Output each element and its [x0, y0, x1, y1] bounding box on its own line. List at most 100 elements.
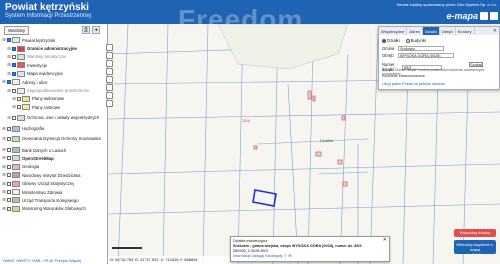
layer-row[interactable]: ⊞ Ministerstwo Zdrowia: [2, 188, 106, 196]
layer-legend-icon: [12, 205, 20, 212]
expand-icon[interactable]: ⊞: [7, 71, 11, 76]
expand-icon[interactable]: ⊞: [2, 190, 6, 194]
expand-icon[interactable]: ⊞: [2, 156, 6, 160]
layer-row[interactable]: ⊞ Plany wektorowe: [2, 95, 106, 103]
layer-checkbox[interactable]: [12, 71, 16, 76]
tab-współrzędne[interactable]: Współrzędne: [379, 27, 408, 35]
share-icon[interactable]: [106, 100, 113, 107]
print-icon[interactable]: ⎙: [82, 26, 90, 34]
search-button[interactable]: Szukaj: [469, 62, 483, 67]
expand-icon[interactable]: ⊞: [7, 63, 11, 67]
layer-row[interactable]: ⊞ Mapa ewidencyjna: [2, 70, 106, 78]
layer-checkbox[interactable]: [17, 105, 21, 110]
layer-footer-links[interactable]: +WMS +WMTS +KML +PLIK Przejdź Więcej: [2, 258, 81, 263]
layer-row[interactable]: ⊞ Urząd Transportu Kolejowego: [2, 196, 106, 204]
expand-icon[interactable]: ⊞: [2, 206, 6, 211]
popup-links[interactable]: Informacje Zasięgi Szczegóły Ⓘ ✉: [233, 254, 291, 258]
layer-checkbox[interactable]: [7, 181, 11, 186]
search-type: Działki Budynki: [382, 38, 426, 43]
expand-icon[interactable]: ⊞: [2, 173, 6, 177]
close-icon[interactable]: ✕: [493, 28, 497, 34]
layer-checkbox[interactable]: [7, 80, 11, 85]
info-icon[interactable]: [106, 68, 113, 75]
layer-legend-icon: [22, 95, 30, 102]
tab-obręb[interactable]: Obręb: [440, 27, 456, 35]
layer-row[interactable]: ⊞ Hydrografia: [2, 125, 106, 133]
expand-icon[interactable]: ⊞: [7, 116, 11, 120]
layer-checkbox[interactable]: [7, 173, 11, 178]
tab-kontury[interactable]: Kontury: [456, 27, 475, 35]
pan-icon[interactable]: [106, 60, 113, 67]
measure-icon[interactable]: [106, 76, 113, 83]
layer-checkbox[interactable]: [12, 116, 16, 121]
layer-checkbox[interactable]: [17, 96, 21, 101]
expand-icon[interactable]: ⊞: [7, 88, 11, 93]
layer-checkbox[interactable]: [7, 190, 11, 195]
expand-icon[interactable]: ⊞: [12, 105, 16, 109]
tab-działki[interactable]: Działki: [422, 27, 440, 35]
expand-icon[interactable]: ⊞: [2, 126, 6, 131]
expand-icon[interactable]: ⊞: [2, 137, 6, 141]
layer-legend-icon: [12, 197, 20, 204]
layer-row[interactable]: ⊞ Plany rastrowe: [2, 103, 106, 111]
home-icon[interactable]: [480, 12, 488, 20]
radio-dzialki[interactable]: Działki: [382, 38, 400, 43]
assistant-button[interactable]: Wirtualny Asystent e-mapa (v.0.4.0): [454, 240, 496, 257]
layer-checkbox[interactable]: [7, 198, 11, 203]
brand-logo[interactable]: e-mapa: [446, 11, 478, 21]
expand-icon[interactable]: ⊞: [2, 181, 6, 186]
radio-budynki[interactable]: Budynki: [405, 38, 426, 43]
layer-checkbox[interactable]: [7, 38, 11, 43]
layer-row[interactable]: ⊞ Adresy i ulice: [2, 78, 106, 86]
layer-legend-icon: [17, 87, 25, 94]
layer-row[interactable]: ⊞ Warstwy tematyczne: [2, 53, 106, 61]
expand-icon[interactable]: ⊞: [2, 38, 6, 42]
layer-row[interactable]: ⊞ Geologia: [2, 163, 106, 171]
layer-row[interactable]: ⊞ Powiat kętrzyński: [2, 36, 106, 44]
layer-label: Urząd Transportu Kolejowego: [22, 197, 79, 203]
expand-icon[interactable]: ⊞: [12, 96, 16, 101]
popup-close-icon[interactable]: ✕: [383, 238, 387, 243]
layer-checkbox[interactable]: [7, 206, 11, 211]
layer-row[interactable]: ⊞ OpenStreetMap: [2, 154, 106, 162]
menu-icon[interactable]: [490, 12, 498, 20]
tab-adres[interactable]: Adres: [407, 27, 423, 35]
tab-layers[interactable]: Warstwy: [4, 26, 30, 35]
layer-checkbox[interactable]: [7, 156, 11, 161]
layer-row[interactable]: ⊞ Monitoring Warunków Glebowych: [2, 205, 106, 213]
zoom-in-icon[interactable]: [106, 44, 113, 51]
expand-icon[interactable]: ⊞: [2, 164, 6, 169]
layer-checkbox[interactable]: [7, 148, 11, 153]
layers-panel: Warstwy ⎙ ◂ ⊞ Powiat kętrzyński ⊞ Granice a…: [0, 24, 108, 264]
layer-checkbox[interactable]: [12, 88, 16, 93]
expand-icon[interactable]: ⊞: [2, 198, 6, 202]
layer-row[interactable]: ⊞ Bank Danych o Lasach: [2, 146, 106, 154]
gmina-select[interactable]: Srokowo: [398, 46, 444, 51]
layer-checkbox[interactable]: [7, 164, 11, 169]
find-parcel-button[interactable]: Wyszukaj działkę: [454, 229, 496, 237]
layer-row[interactable]: ⊞ Ochrona, osie i układy współrzędnych: [2, 112, 106, 125]
advanced-search[interactable]: Szukanie zaawansowane: [382, 74, 425, 78]
layer-row[interactable]: ⊞ Inwestycje: [2, 61, 106, 69]
layer-checkbox[interactable]: [12, 54, 16, 59]
expand-icon[interactable]: ⊞: [2, 80, 6, 84]
layer-row[interactable]: ⊞ Zagospodarowanie przestrzenne: [2, 86, 106, 94]
layer-checkbox[interactable]: [12, 63, 16, 68]
expand-icon[interactable]: ⊞: [2, 148, 6, 152]
layer-row[interactable]: ⊞ Narodowy Instytut Dziedzictwa: [2, 171, 106, 179]
expand-icon[interactable]: ⊞: [7, 46, 11, 51]
layers-icon[interactable]: [106, 84, 113, 91]
layer-row[interactable]: ⊞ Generalna Dyrekcja Ochrony Środowiska: [2, 133, 106, 146]
layer-checkbox[interactable]: [12, 46, 16, 51]
dialog-links[interactable]: Ukryj panel Pokaż na pełnym ekranie: [382, 82, 445, 86]
app-title: Powiat kętrzyński: [5, 2, 89, 13]
layer-row[interactable]: ⊞ Granice administracyjne: [2, 44, 106, 52]
print-map-icon[interactable]: [106, 92, 113, 99]
layer-checkbox[interactable]: [7, 137, 11, 142]
obreb-select[interactable]: WYSOKA GÓRA (0028): [398, 53, 454, 58]
collapse-icon[interactable]: ◂: [92, 26, 100, 34]
layer-row[interactable]: ⊞ Główny Urząd Statystyczny: [2, 179, 106, 187]
layer-checkbox[interactable]: [7, 126, 11, 131]
zoom-out-icon[interactable]: [106, 52, 113, 59]
expand-icon[interactable]: ⊞: [7, 54, 11, 59]
